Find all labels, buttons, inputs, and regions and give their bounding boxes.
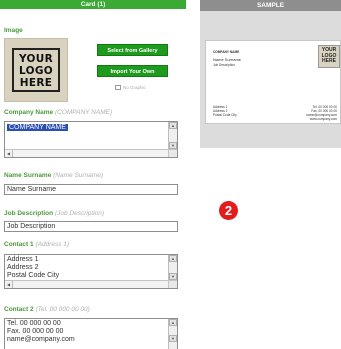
card-logo-text: YOUR LOGO HERE [321,47,337,64]
company-name-hint: (COMPANY NAME) [54,109,113,116]
contact-1-label: Contact 1 (Address 1) [4,241,69,248]
contact-1-line: Address 2 [7,264,39,271]
contact-2-line: Fax. 00 000 00 00 [7,328,64,335]
company-name-title: Company Name [4,109,54,116]
preview-header: SAMPLE [200,0,341,11]
sample-preview-panel: SAMPLE COMPANY NAME Name Surname Job Des… [200,0,341,148]
no-graphic-option[interactable]: No Graphic [115,85,146,90]
no-graphic-checkbox[interactable] [115,85,121,90]
company-hscroll[interactable]: ◀ [5,149,168,157]
contact-2-line: name@company.com [7,336,75,343]
scroll-left-icon[interactable]: ◀ [5,281,13,288]
job-description-hint: (Job Description) [54,210,105,217]
scroll-down-icon[interactable]: ▼ [169,335,177,342]
contact-2-title: Contact 2 [4,306,34,313]
resize-grip-icon[interactable] [168,149,177,157]
business-card-preview: COMPANY NAME Name Surname Job Descriptio… [205,40,341,124]
contact-2-line: Tel. 00 000 00 00 [7,320,61,327]
logo-text: YOUR LOGO HERE [19,53,53,89]
contact-1-title: Contact 1 [4,241,34,248]
resize-grip-icon[interactable] [168,280,177,288]
name-surname-input[interactable]: Name Surname [4,184,178,195]
company-name-label: Company Name (COMPANY NAME) [4,109,112,116]
image-section-title: Image [4,27,23,34]
panel-header: Card (1) [0,0,186,9]
contact-1-hscroll[interactable]: ◀ [5,280,168,288]
card-address-line: Postal Code City [213,113,237,117]
contact-2-vscroll[interactable]: ▲ ▼ [168,319,177,349]
card-name: Name Surname [213,57,242,62]
card-company: COMPANY NAME [213,50,240,54]
step-number-badge: 2 [219,201,238,220]
card-editor-panel: Card (1) Image YOUR LOGO HERE Select from … [0,0,186,349]
name-surname-hint: (Name Surname) [53,172,103,179]
card-job: Job Description [213,63,235,67]
scroll-up-icon[interactable]: ▲ [169,255,177,262]
name-surname-title: Name Surname [4,172,52,179]
import-your-own-button[interactable]: Import Your Own [97,65,168,77]
contact-1-hint: (Address 1) [35,241,70,248]
scroll-down-icon[interactable]: ▼ [169,142,177,149]
contact-1-line: Address 1 [7,256,39,263]
select-from-gallery-button[interactable]: Select from Gallery [97,44,168,56]
logo-preview: YOUR LOGO HERE [4,38,68,102]
no-graphic-label: No Graphic [123,85,146,90]
scroll-up-icon[interactable]: ▲ [169,122,177,129]
job-description-input[interactable]: Job Description [4,221,178,232]
job-description-label: Job Description (Job Description) [4,210,104,217]
card-contact-line: www.company.com [309,117,337,121]
company-name-value: COMPANY NAME [7,124,68,131]
contact-2-textarea[interactable]: Tel. 00 000 00 00 Fax. 00 000 00 00 name… [4,318,178,349]
card-logo: YOUR LOGO HERE [318,45,340,68]
job-description-title: Job Description [4,210,54,217]
contact-1-line: Postal Code City [7,272,60,279]
contact-1-textarea[interactable]: Address 1 Address 2 Postal Code City ▲ ▼… [4,254,178,289]
scroll-up-icon[interactable]: ▲ [169,319,177,326]
name-surname-label: Name Surname (Name Surname) [4,172,103,179]
scroll-left-icon[interactable]: ◀ [5,150,13,157]
contact-2-label: Contact 2 (Tel. 00 000 00 00) [4,306,90,313]
company-name-textarea[interactable]: COMPANY NAME ▲ ▼ ◀ [4,121,178,158]
scroll-down-icon[interactable]: ▼ [169,273,177,280]
contact-2-hint: (Tel. 00 000 00 00) [35,306,90,313]
logo-placeholder: YOUR LOGO HERE [12,48,60,92]
